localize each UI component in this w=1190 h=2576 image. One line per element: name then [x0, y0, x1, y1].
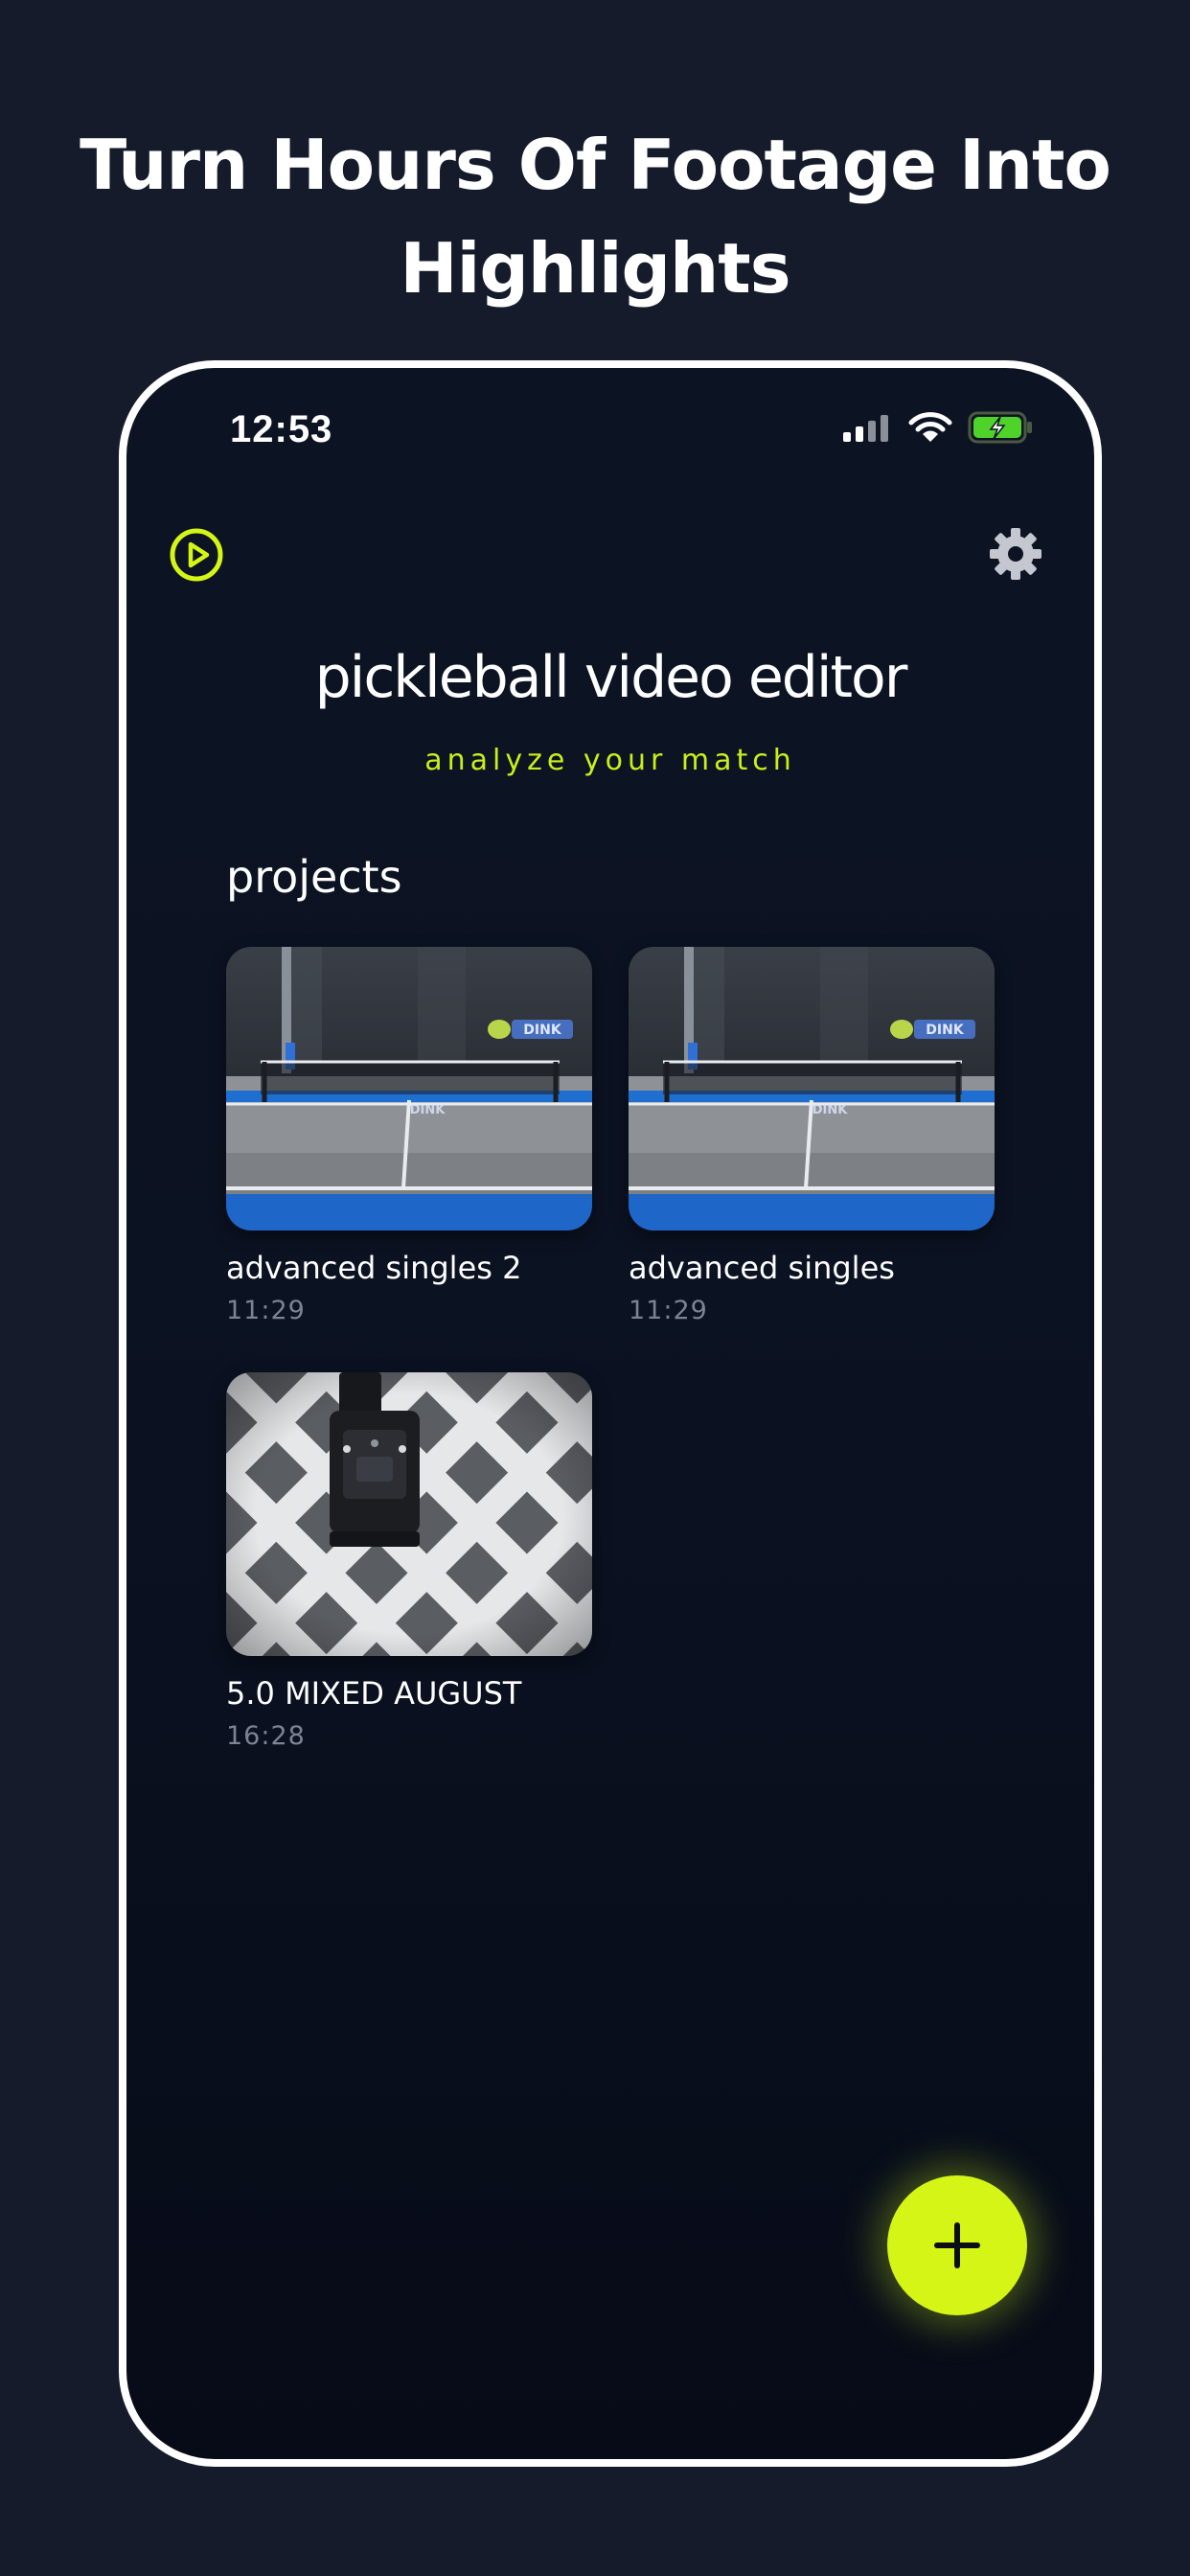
add-project-button[interactable]: [887, 2175, 1027, 2315]
project-name: advanced singles: [629, 1250, 895, 1286]
project-card[interactable]: DINK DINK advanced singles 2 11:29: [226, 947, 592, 1325]
play-circle-icon[interactable]: [169, 527, 224, 583]
project-thumbnail[interactable]: DINK DINK: [226, 947, 592, 1230]
project-card[interactable]: DINK DINK advanced singles 11:29: [629, 947, 995, 1325]
svg-text:DINK: DINK: [926, 1023, 965, 1038]
app-title: pickleball video editor: [314, 644, 908, 711]
svg-text:DINK: DINK: [812, 1103, 849, 1117]
cellular-signal-icon: [843, 415, 888, 442]
projects-heading: projects: [226, 851, 402, 903]
settings-gear-icon[interactable]: [987, 525, 1044, 583]
project-thumbnail[interactable]: DINK DINK: [629, 947, 995, 1230]
svg-text:DINK: DINK: [410, 1103, 446, 1117]
plus-icon: [934, 2222, 980, 2268]
svg-text:DINK: DINK: [523, 1023, 562, 1038]
headline-line-2: Highlights: [400, 228, 790, 309]
battery-charging-icon: [968, 411, 1032, 444]
marketing-headline: Turn Hours Of Footage Into Highlights: [0, 113, 1190, 320]
app-subtitle: analyze your match: [424, 744, 796, 777]
status-time: 12:53: [230, 408, 333, 450]
project-time: 16:28: [226, 1721, 306, 1751]
phone-frame: 12:53 pickleball video editor analyze yo…: [119, 360, 1102, 2467]
status-icons: [843, 410, 1035, 445]
project-name: advanced singles 2: [226, 1250, 522, 1286]
project-name: 5.0 MIXED AUGUST: [226, 1675, 522, 1712]
project-time: 11:29: [629, 1296, 708, 1325]
headline-line-1: Turn Hours Of Footage Into: [80, 125, 1111, 205]
wifi-icon: [908, 412, 952, 442]
project-time: 11:29: [226, 1296, 306, 1325]
project-card[interactable]: 5.0 MIXED AUGUST 16:28: [226, 1372, 592, 1751]
project-thumbnail[interactable]: [226, 1372, 592, 1656]
